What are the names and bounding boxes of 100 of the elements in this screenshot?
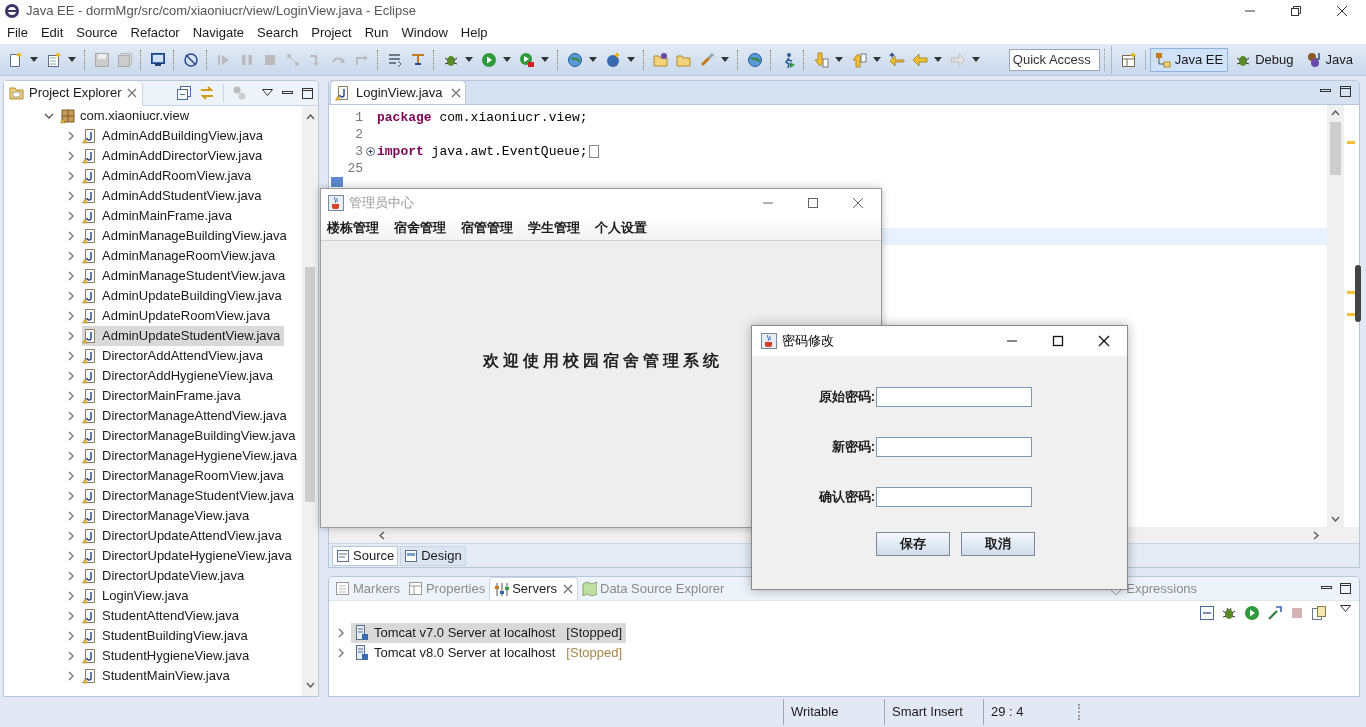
editor-tab[interactable]: LoginView.java xyxy=(330,80,466,104)
tree-item[interactable]: AdminAddBuildingView.java xyxy=(82,126,267,146)
tree-item[interactable]: DirectorAddHygieneView.java xyxy=(82,366,278,386)
run-icon[interactable] xyxy=(1244,605,1260,621)
menu-item[interactable]: Project xyxy=(310,23,353,43)
input-field[interactable] xyxy=(876,487,1032,507)
scroll-right-icon[interactable] xyxy=(1313,530,1319,540)
expand-chevron-icon[interactable] xyxy=(66,351,76,361)
server-item[interactable]: Tomcat v7.0 Server at localhost [Stopped] xyxy=(351,623,626,643)
expand-chevron-icon[interactable] xyxy=(66,411,76,421)
menu-item[interactable]: 个人设置 xyxy=(594,218,648,238)
expand-chevron-icon[interactable] xyxy=(66,571,76,581)
close-icon[interactable] xyxy=(1098,335,1110,347)
left-arrow-icon[interactable] xyxy=(889,51,905,68)
dialog-button[interactable]: 取消 xyxy=(961,532,1035,556)
caret-icon[interactable] xyxy=(721,57,729,62)
menu-item[interactable]: Refactor xyxy=(129,23,181,43)
globe-icon[interactable] xyxy=(567,51,583,68)
maximize-icon[interactable] xyxy=(302,87,313,99)
scrollbar-thumb[interactable] xyxy=(305,267,315,502)
tree-item[interactable]: DirectorAddAttendView.java xyxy=(82,346,267,366)
expand-chevron-icon[interactable] xyxy=(66,391,76,401)
tree-item[interactable]: AdminManageRoomView.java xyxy=(82,246,280,266)
caret-icon[interactable] xyxy=(68,57,76,62)
caret-icon[interactable] xyxy=(873,57,881,62)
expand-chevron-icon[interactable] xyxy=(66,231,76,241)
view-menu-icon[interactable] xyxy=(262,89,273,97)
collapse-all-icon[interactable] xyxy=(1200,606,1214,620)
new-document-icon[interactable] xyxy=(46,51,62,68)
caret-icon[interactable] xyxy=(835,57,843,62)
expand-chevron-icon[interactable] xyxy=(66,191,76,201)
scroll-down-icon[interactable] xyxy=(305,682,315,688)
expand-fold-icon[interactable] xyxy=(365,147,375,156)
tree-item[interactable]: AdminMainFrame.java xyxy=(82,206,237,226)
dialog-button[interactable]: 保存 xyxy=(876,532,950,556)
tree-item[interactable]: StudentHygieneView.java xyxy=(82,646,254,666)
expand-chevron-icon[interactable] xyxy=(66,211,76,221)
expand-chevron-icon[interactable] xyxy=(66,591,76,601)
tree-item[interactable]: DirectorUpdateView.java xyxy=(82,566,249,586)
expand-chevron-icon[interactable] xyxy=(66,431,76,441)
expand-chevron-icon[interactable] xyxy=(66,251,76,261)
new-file-icon[interactable] xyxy=(8,51,24,68)
lines-arrow-icon[interactable] xyxy=(387,51,403,68)
caret-icon[interactable] xyxy=(934,57,942,62)
expand-chevron-icon[interactable] xyxy=(66,291,76,301)
tree-item[interactable]: AdminUpdateStudentView.java xyxy=(82,326,285,346)
down-arrow-icon[interactable] xyxy=(813,51,829,68)
expand-chevron-icon[interactable] xyxy=(66,531,76,541)
menu-item[interactable]: Help xyxy=(459,23,489,43)
expand-chevron-icon[interactable] xyxy=(66,171,76,181)
menu-item[interactable]: 楼栋管理 xyxy=(326,218,380,238)
tree-item[interactable]: com.xiaoniucr.view xyxy=(60,106,194,126)
caret-icon[interactable] xyxy=(627,57,635,62)
view-tab[interactable]: Source xyxy=(332,545,399,566)
expand-chevron-icon[interactable] xyxy=(66,331,76,341)
caret-icon[interactable] xyxy=(30,57,38,62)
side-handle[interactable] xyxy=(1355,265,1361,322)
tree-item[interactable]: AdminAddStudentView.java xyxy=(82,186,266,206)
open-perspective-icon[interactable] xyxy=(1120,51,1137,68)
maximize-icon[interactable] xyxy=(1340,86,1351,97)
tree-item[interactable]: DirectorUpdateAttendView.java xyxy=(82,526,286,546)
tree-item[interactable]: StudentAttendView.java xyxy=(82,606,244,626)
bug-icon[interactable] xyxy=(1221,605,1237,621)
menu-item[interactable]: Search xyxy=(256,23,300,43)
monitor-icon[interactable] xyxy=(150,51,166,68)
maximize-icon[interactable] xyxy=(1052,335,1064,347)
back-icon[interactable] xyxy=(912,51,928,68)
tree-item[interactable]: DirectorManageStudentView.java xyxy=(82,486,298,506)
tree-item[interactable]: AdminUpdateBuildingView.java xyxy=(82,286,286,306)
menu-item[interactable]: 宿舍管理 xyxy=(393,218,447,238)
maximize-icon[interactable] xyxy=(1340,583,1351,594)
menu-item[interactable]: 学生管理 xyxy=(527,218,581,238)
explorer-tab[interactable]: Project Explorer xyxy=(4,80,144,106)
expand-chevron-icon[interactable] xyxy=(44,111,54,121)
expand-chevron-icon[interactable] xyxy=(66,311,76,321)
tree-item[interactable]: AdminManageStudentView.java xyxy=(82,266,290,286)
close-icon[interactable] xyxy=(1336,5,1348,17)
expand-chevron-icon[interactable] xyxy=(66,151,76,161)
globe-icon[interactable] xyxy=(747,51,763,68)
tree-item[interactable]: DirectorManageBuildingView.java xyxy=(82,426,300,446)
expand-chevron-icon[interactable] xyxy=(66,671,76,681)
panel-tab[interactable]: Servers xyxy=(489,577,578,600)
run-icon[interactable] xyxy=(481,51,497,68)
perspective-button[interactable]: Debug xyxy=(1230,47,1299,72)
scroll-up-icon[interactable] xyxy=(305,114,315,120)
tree-item[interactable]: DirectorMainFrame.java xyxy=(82,386,245,406)
scroll-left-icon[interactable] xyxy=(379,530,385,540)
tree-item[interactable]: LoginView.java xyxy=(82,586,193,606)
expand-chevron-icon[interactable] xyxy=(66,451,76,461)
expand-chevron-icon[interactable] xyxy=(66,611,76,621)
perspective-button[interactable]: Java xyxy=(1300,47,1358,72)
menu-item[interactable]: File xyxy=(6,23,29,43)
server-item[interactable]: Tomcat v8.0 Server at localhost [Stopped] xyxy=(351,643,626,663)
tree-item[interactable]: AdminUpdateRoomView.java xyxy=(82,306,275,326)
expand-chevron-icon[interactable] xyxy=(66,131,76,141)
expand-chevron-icon[interactable] xyxy=(66,471,76,481)
input-field[interactable] xyxy=(876,437,1032,457)
menu-item[interactable]: Window xyxy=(400,23,449,43)
up-arrow-icon[interactable] xyxy=(851,51,867,68)
view-tab[interactable]: Design xyxy=(400,545,466,566)
